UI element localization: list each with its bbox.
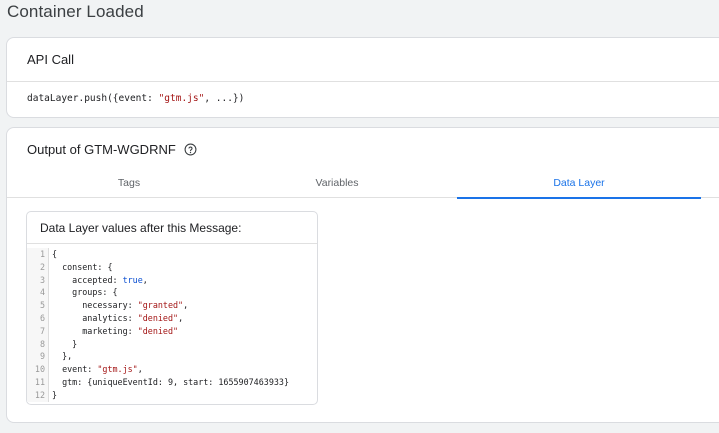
line-number: 11 — [34, 376, 45, 387]
line-number: 5 — [39, 300, 45, 311]
code-token: groups: { — [52, 287, 118, 298]
api-call-header: API Call — [7, 38, 719, 82]
code-token: , — [178, 312, 184, 323]
output-title-text: Output of GTM-WGDRNF — [27, 142, 176, 157]
line-number: 9 — [39, 351, 45, 362]
code-token: "granted" — [137, 300, 184, 311]
code-line: accepted: true, — [52, 274, 289, 287]
tab-variables[interactable]: Variables — [215, 168, 459, 198]
page-title: Container Loaded — [7, 2, 144, 21]
code-token: accepted: — [52, 274, 123, 285]
code-token: analytics: — [52, 312, 138, 323]
help-icon[interactable] — [184, 143, 197, 156]
code-token: "denied" — [137, 312, 179, 323]
line-number-gutter: 1 2 3 4 5 6 7 8 9 10 11 12 — [27, 248, 49, 402]
code-token: "gtm.js" — [97, 364, 138, 375]
code-token: gtm: {uniqueEventId: 9, start: 165590746… — [52, 376, 289, 387]
code-line: consent: { — [52, 261, 289, 274]
code-line: } — [52, 389, 289, 402]
line-number: 1 — [39, 249, 45, 259]
code-token: } — [52, 338, 78, 349]
api-call-code: dataLayer.push({event: "gtm.js", ...}) — [7, 82, 719, 104]
code-token: , — [137, 364, 143, 375]
code-lines[interactable]: { consent: { accepted: true, groups: { n… — [49, 248, 289, 402]
code-line: analytics: "denied", — [52, 312, 289, 325]
code-token: } — [52, 389, 58, 400]
code-line: { — [52, 248, 289, 261]
code-token: }, — [52, 351, 73, 362]
line-number: 10 — [34, 364, 45, 375]
tab-data-layer[interactable]: Data Layer — [457, 168, 701, 199]
data-layer-header: Data Layer values after this Message: — [27, 212, 317, 244]
code-token: event: — [52, 364, 98, 375]
line-number: 8 — [39, 338, 45, 349]
code-line: groups: { — [52, 286, 289, 299]
line-number: 12 — [34, 389, 45, 400]
data-layer-code: 1 2 3 4 5 6 7 8 9 10 11 12 { consent: { accepted: t… — [27, 244, 317, 402]
code-line: gtm: {uniqueEventId: 9, start: 165590746… — [52, 376, 289, 389]
output-title: Output of GTM-WGDRNF — [27, 142, 197, 157]
api-call-card: API Call dataLayer.push({event: "gtm.js"… — [6, 37, 719, 118]
line-number: 2 — [39, 261, 45, 272]
code-token: necessary: — [52, 300, 138, 311]
code-line: necessary: "granted", — [52, 299, 289, 312]
code-token: marketing: — [52, 325, 138, 336]
code-token: { — [52, 249, 58, 259]
code-line: marketing: "denied" — [52, 325, 289, 338]
code-token: true — [122, 274, 143, 285]
output-card: Output of GTM-WGDRNF Tags Variables Data… — [6, 127, 719, 423]
code-token: "denied" — [137, 325, 179, 336]
data-layer-panel: Data Layer values after this Message: 12… — [26, 211, 318, 405]
code-line: }, — [52, 350, 289, 363]
line-number: 6 — [39, 312, 45, 323]
output-tabs: Tags Variables Data Layer — [7, 168, 719, 199]
code-token: , — [183, 300, 189, 311]
line-number: 3 — [39, 274, 45, 285]
line-number: 4 — [39, 287, 45, 298]
code-token: consent: { — [52, 261, 113, 272]
code-token: , — [142, 274, 148, 285]
api-code-event: "gtm.js" — [158, 93, 205, 104]
code-line: event: "gtm.js", — [52, 363, 289, 376]
line-number: 7 — [39, 325, 45, 336]
api-code-suffix: , ...}) — [204, 93, 245, 104]
api-code-prefix: dataLayer.push({event: — [27, 93, 159, 104]
code-line: } — [52, 338, 289, 351]
